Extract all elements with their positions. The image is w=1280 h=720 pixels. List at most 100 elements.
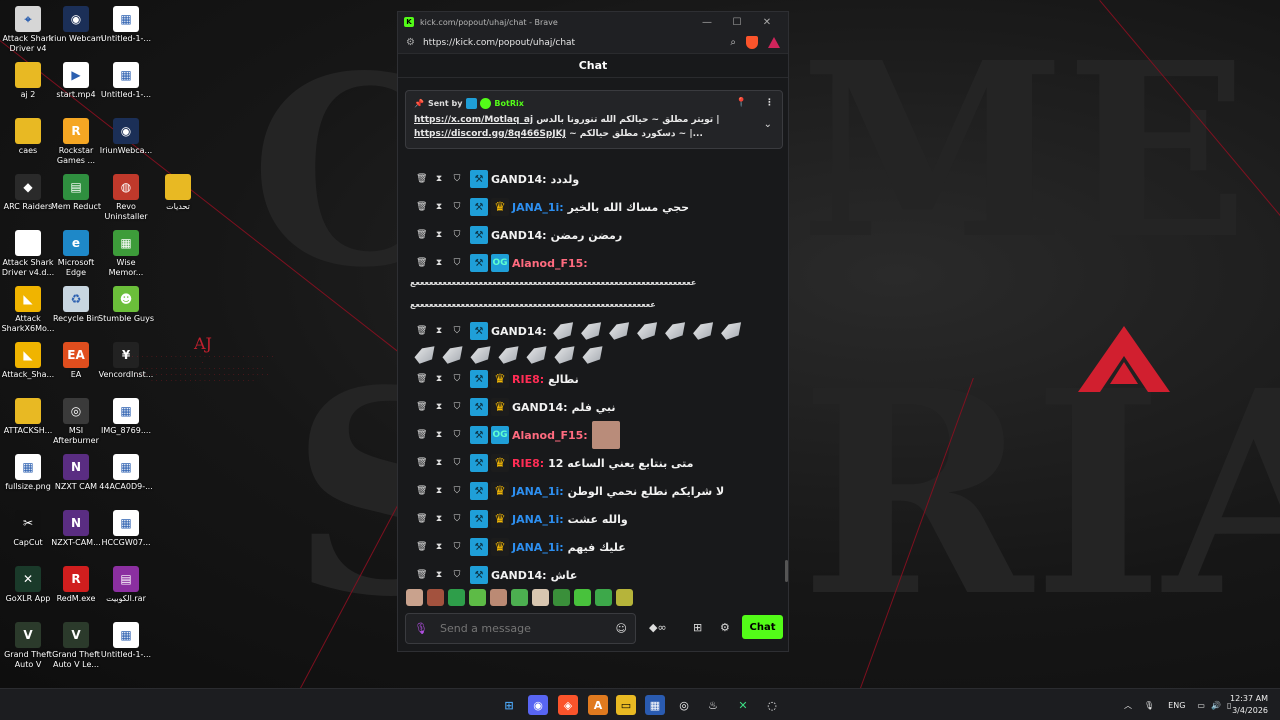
trash-icon[interactable]: 🗑 [416, 258, 427, 268]
desktop-icon[interactable]: EA EA [48, 342, 104, 380]
desktop-icon[interactable]: R Rockstar Games ... [48, 118, 104, 166]
desktop-icon[interactable]: ◎ MSI Afterburner [48, 398, 104, 446]
trash-icon[interactable]: 🗑 [416, 402, 427, 412]
timeout-icon[interactable]: ⧗ [434, 174, 444, 184]
chat-username[interactable]: JANA_1i: [512, 485, 564, 498]
emote-icon[interactable] [532, 589, 549, 606]
shield-icon[interactable]: ⛉ [452, 486, 462, 496]
shield-icon[interactable]: ⛉ [452, 458, 462, 468]
desktop-icon[interactable]: ◉ Iriun Webcam [48, 6, 104, 44]
chat-username[interactable]: GAND14: [491, 569, 547, 582]
pinned-message[interactable]: 📌 Sent by BotRix 📍 ⋮ https://x.com/Motla… [405, 90, 783, 149]
chat-messages[interactable]: 🗑 ⧗ ⛉ ⚒ GAND14: ولددد 🗑 ⧗ ⛉ ⚒ ♛ JANA_1i: حجي مساك ال… [398, 78, 788, 588]
desktop-icon[interactable]: ▤ Mem Reduct [48, 174, 104, 212]
language-indicator[interactable]: ENG [1168, 701, 1185, 710]
send-chat-button[interactable]: Chat [742, 615, 783, 639]
gift-icon[interactable]: ⊞ [693, 621, 702, 634]
trash-icon[interactable]: 🗑 [416, 458, 427, 468]
chat-message[interactable]: 🗑 ⧗ ⛉ ⚒ GAND14: [416, 320, 747, 342]
chat-message[interactable]: 🗑 ⧗ ⛉ ⚒ OG Alanod_F15: [416, 252, 592, 274]
chat-username[interactable]: JANA_1i: [512, 541, 564, 554]
timeout-icon[interactable]: ⧗ [434, 326, 444, 336]
trash-icon[interactable]: 🗑 [416, 486, 427, 496]
chat-message[interactable]: 🗑 ⧗ ⛉ ⚒ ♛ RIE8: نطالع [416, 368, 579, 390]
desktop-icon[interactable]: ▦ Untitled-1-... [98, 622, 154, 660]
desktop-icon[interactable]: ▦ Untitled-1-... [98, 6, 154, 44]
volume-icon[interactable]: 🔊 [1211, 701, 1221, 710]
more-options-icon[interactable]: ⋮ [765, 98, 774, 108]
shield-icon[interactable]: ⛉ [452, 374, 462, 384]
timeout-icon[interactable]: ⧗ [434, 374, 444, 384]
desktop-icon[interactable]: ▦ Wise Memor... [98, 230, 154, 278]
trash-icon[interactable]: 🗑 [416, 326, 427, 336]
trash-icon[interactable]: 🗑 [416, 374, 427, 384]
brave-browser-icon[interactable]: ◈ [558, 695, 578, 715]
desktop-icon[interactable]: N NZXT CAM [48, 454, 104, 492]
desktop-icon[interactable]: تحديات [150, 174, 206, 212]
app-icon[interactable]: ▦ [645, 695, 665, 715]
chat-message[interactable]: 🗑 ⧗ ⛉ ⚒ ♛ JANA_1i: عليك فيهم [416, 536, 626, 558]
timeout-icon[interactable]: ⧗ [434, 542, 444, 552]
emote-icon[interactable] [616, 589, 633, 606]
shield-icon[interactable]: ⛉ [452, 258, 462, 268]
desktop-icon[interactable]: ◉ IriunWebca... [98, 118, 154, 156]
chrome-like-icon[interactable]: ◌ [762, 695, 782, 715]
emote-icon[interactable] [469, 589, 486, 606]
trash-icon[interactable]: 🗑 [416, 174, 427, 184]
timeout-icon[interactable]: ⧗ [434, 258, 444, 268]
chat-message[interactable]: 🗑 ⧗ ⛉ ⚒ OG Alanod_F15: [416, 421, 620, 449]
shield-icon[interactable]: ⛉ [452, 402, 462, 412]
clock[interactable]: 12:37 AM 3/4/2026 [1230, 693, 1268, 717]
chat-username[interactable]: JANA_1i: [512, 201, 564, 214]
shield-icon[interactable]: ⛉ [452, 570, 462, 580]
desktop-icon[interactable]: ▦ HCCGW07... [98, 510, 154, 548]
brave-shield-icon[interactable] [746, 36, 758, 49]
trash-icon[interactable]: 🗑 [416, 430, 427, 440]
settings-gear-icon[interactable]: ⚙ [720, 621, 730, 634]
chat-username[interactable]: RIE8: [512, 373, 544, 386]
emote-icon[interactable] [490, 589, 507, 606]
trash-icon[interactable]: 🗑 [416, 514, 427, 524]
trash-icon[interactable]: 🗑 [416, 542, 427, 552]
chat-message[interactable]: 🗑 ⧗ ⛉ ⚒ ♛ JANA_1i: لا شرايكم نطلع نحمي الوطن [416, 480, 724, 502]
tray-chevron-up-icon[interactable]: ︿ [1124, 700, 1132, 711]
iriun-webcam-icon[interactable]: ◎ [674, 695, 694, 715]
goxlr-icon[interactable]: ✕ [733, 695, 753, 715]
trash-icon[interactable]: 🗑 [416, 570, 427, 580]
shield-icon[interactable]: ⛉ [452, 430, 462, 440]
timeout-icon[interactable]: ⧗ [434, 570, 444, 580]
chat-message[interactable]: 🗑 ⧗ ⛉ ⚒ ♛ JANA_1i: حجي مساك الله بالخير [416, 196, 689, 218]
emote-icon[interactable] [427, 589, 444, 606]
timeout-icon[interactable]: ⧗ [434, 230, 444, 240]
unpin-icon[interactable]: 📍 [736, 98, 747, 108]
timeout-icon[interactable]: ⧗ [434, 458, 444, 468]
timeout-icon[interactable]: ⧗ [434, 402, 444, 412]
url-field[interactable]: https://kick.com/popout/uhaj/chat [423, 38, 730, 48]
timeout-icon[interactable]: ⧗ [434, 486, 444, 496]
apex-launcher-icon[interactable]: A [588, 695, 608, 715]
desktop-icon[interactable]: R RedM.exe [48, 566, 104, 604]
zoom-icon[interactable]: ⌕ [730, 37, 736, 48]
desktop-icon[interactable]: ♻ Recycle Bin [48, 286, 104, 324]
emote-icon[interactable] [553, 589, 570, 606]
timeout-icon[interactable]: ⧗ [434, 430, 444, 440]
desktop-icon[interactable]: ▦ Untitled-1-... [98, 62, 154, 100]
chevron-down-icon[interactable]: ⌄ [764, 119, 772, 130]
desktop-icon[interactable]: ▦ IMG_8769.... [98, 398, 154, 436]
maximize-button[interactable]: ☐ [722, 17, 752, 28]
shield-icon[interactable]: ⛉ [452, 230, 462, 240]
desktop-icon[interactable]: ▶ start.mp4 [48, 62, 104, 100]
shield-icon[interactable]: ⛉ [452, 326, 462, 336]
emote-icon[interactable] [595, 589, 612, 606]
pinned-link-discord[interactable]: https://discord.gg/8q466SpJKJ [414, 129, 566, 139]
chat-username[interactable]: Alanod_F15: [512, 429, 588, 442]
minimize-button[interactable]: — [692, 17, 722, 28]
chat-username[interactable]: GAND14: [491, 325, 547, 338]
desktop-icon[interactable]: e Microsoft Edge [48, 230, 104, 278]
desktop-icon[interactable]: ☻ Stumble Guys [98, 286, 154, 324]
emote-icon[interactable] [574, 589, 591, 606]
site-settings-icon[interactable]: ⚙ [406, 37, 415, 48]
microphone-icon[interactable]: 🎙 [414, 622, 428, 635]
emoji-picker-icon[interactable]: ☺ [616, 622, 627, 635]
shield-icon[interactable]: ⛉ [452, 174, 462, 184]
